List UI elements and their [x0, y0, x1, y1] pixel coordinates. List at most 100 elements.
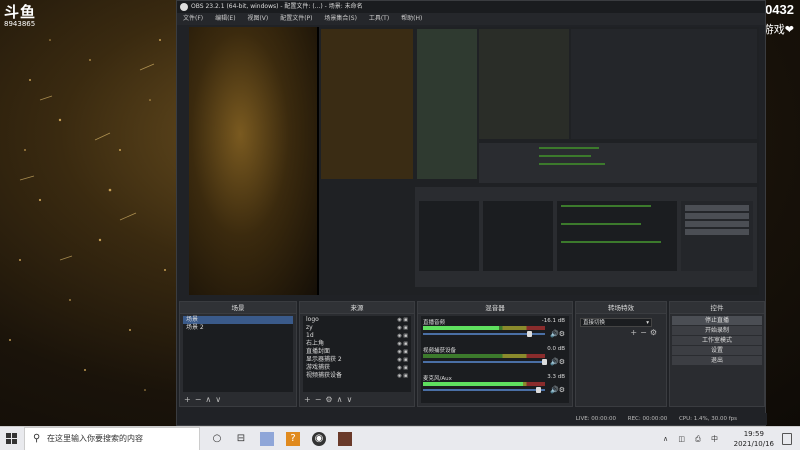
add-icon[interactable]: +: [630, 328, 640, 337]
studio-mode-button[interactable]: 工作室模式: [672, 336, 762, 345]
windows-taskbar: ⚲ 在这里输入你要搜索的内容 ○ ⊟ ? ◉ ∧ ◫ ⎙ 中 19:59 202…: [0, 426, 800, 450]
source-item[interactable]: 显示器捕获 2 ◉ ▣: [303, 356, 411, 364]
system-tray[interactable]: ∧ ◫ ⎙ 中: [663, 434, 722, 444]
search-icon: ⚲: [33, 433, 41, 444]
speaker-gear-icons[interactable]: 🔊⚙: [550, 330, 565, 338]
source-label: 视频捕获设备: [306, 372, 343, 379]
live-timer: LIVE: 00:00:00: [575, 416, 616, 422]
remove-icon[interactable]: −: [315, 395, 326, 404]
eye-lock-icons[interactable]: ◉ ▣: [397, 340, 408, 348]
sources-dock: 来源 logo ◉ ▣ zy ◉ ▣ 1d ◉ ▣ 右上角 ◉ ▣ 直播封面 ◉ ▣ 显示…: [299, 301, 415, 407]
move-down-icon[interactable]: ∨: [346, 395, 356, 404]
source-item[interactable]: logo ◉ ▣: [303, 316, 411, 324]
menu-view[interactable]: 视图(V): [247, 15, 268, 22]
source-item[interactable]: zy ◉ ▣: [303, 324, 411, 332]
gear-icon[interactable]: ⚙: [325, 395, 336, 404]
obs-docks: 场景 场景 场景 2 +−∧∨ 来源 logo ◉ ▣ zy ◉ ▣ 1d ◉ ▣ 右…: [179, 301, 765, 407]
source-label: 1d: [306, 332, 314, 339]
mixer-tracks: 直播音频 -16.1 dB 🔊⚙ 视频捕获设备 0.0 dB 🔊⚙ 麦克风/Au…: [421, 316, 569, 403]
move-down-icon[interactable]: ∨: [215, 395, 225, 404]
add-icon[interactable]: +: [184, 395, 195, 404]
source-item[interactable]: 游戏捕获 ◉ ▣: [303, 364, 411, 372]
add-icon[interactable]: +: [304, 395, 315, 404]
track-db: 0.0 dB: [547, 346, 565, 352]
taskbar-clock[interactable]: 19:59 2021/10/16: [734, 429, 774, 449]
task-view-icon[interactable]: ⊟: [234, 432, 248, 446]
windows-start-icon[interactable]: [6, 433, 18, 445]
eye-lock-icons[interactable]: ◉ ▣: [397, 332, 408, 340]
eye-lock-icons[interactable]: ◉ ▣: [397, 372, 408, 380]
app-icon-2[interactable]: ?: [286, 432, 300, 446]
source-label: 显示器捕获 2: [306, 356, 342, 363]
source-label: zy: [306, 324, 313, 331]
transitions-dock: 转场特效 直接切换 ▾ +−⚙: [575, 301, 667, 407]
controls-buttons: 停止直播 开始录制 工作室模式 设置 退出: [670, 316, 764, 365]
exit-button[interactable]: 退出: [672, 356, 762, 365]
obs-taskbar-icon[interactable]: ◉: [312, 432, 326, 446]
eye-lock-icons[interactable]: ◉ ▣: [397, 348, 408, 356]
volume-knob[interactable]: [527, 331, 533, 337]
app-icon-1[interactable]: [260, 432, 274, 446]
controls-dock: 控件 停止直播 开始录制 工作室模式 设置 退出: [669, 301, 765, 407]
source-item[interactable]: 直播封面 ◉ ▣: [303, 348, 411, 356]
room-id: 8943865: [4, 20, 36, 28]
menu-edit[interactable]: 编辑(E): [215, 15, 235, 22]
transition-value: 直接切换: [583, 320, 606, 326]
remove-icon[interactable]: −: [640, 328, 650, 337]
cpu-fps: CPU: 1.4%, 30.00 fps: [678, 416, 737, 422]
level-meter: [423, 326, 545, 330]
volume-knob[interactable]: [535, 387, 541, 393]
volume-slider[interactable]: [423, 387, 545, 393]
transition-toolbar: +−⚙: [630, 328, 660, 337]
move-up-icon[interactable]: ∧: [205, 395, 215, 404]
game-taskbar-icon[interactable]: [338, 432, 352, 446]
eye-lock-icons[interactable]: ◉ ▣: [397, 356, 408, 364]
menu-profile[interactable]: 配置文件(P): [280, 15, 312, 22]
gear-icon[interactable]: ⚙: [650, 328, 660, 337]
obs-window: OBS 23.2.1 (64-bit, windows) - 配置文件: (..…: [176, 0, 767, 426]
eye-lock-icons[interactable]: ◉ ▣: [397, 364, 408, 372]
obs-title: OBS 23.2.1 (64-bit, windows) - 配置文件: (..…: [191, 3, 363, 10]
volume-slider[interactable]: [423, 359, 547, 365]
level-meter-fill: [423, 326, 499, 330]
notification-icon[interactable]: [782, 433, 792, 445]
volume-knob[interactable]: [542, 359, 547, 365]
search-placeholder: 在这里输入你要搜索的内容: [47, 434, 143, 443]
menu-help[interactable]: 帮助(H): [401, 15, 422, 22]
source-item[interactable]: 1d ◉ ▣: [303, 332, 411, 340]
controls-title: 控件: [670, 302, 764, 314]
move-up-icon[interactable]: ∧: [337, 395, 347, 404]
track-name: 麦克风/Aux: [423, 376, 452, 382]
scenes-dock: 场景 场景 场景 2 +−∧∨: [179, 301, 297, 407]
scene-item[interactable]: 场景 2: [183, 324, 293, 332]
transitions-title: 转场特效: [576, 302, 666, 314]
source-item[interactable]: 右上角 ◉ ▣: [303, 340, 411, 348]
volume-slider[interactable]: [423, 331, 545, 337]
eye-lock-icons[interactable]: ◉ ▣: [397, 316, 408, 324]
taskbar-search[interactable]: ⚲ 在这里输入你要搜索的内容: [24, 427, 200, 450]
obs-app-icon: [180, 3, 188, 11]
level-meter-fill: [423, 382, 524, 386]
logo-mark: 斗鱼: [4, 3, 37, 21]
cortana-icon[interactable]: ○: [210, 432, 224, 446]
source-item[interactable]: 视频捕获设备 ◉ ▣: [303, 372, 411, 380]
menu-tools[interactable]: 工具(T): [369, 15, 389, 22]
preview-recursive-capture: [319, 27, 759, 295]
obs-preview[interactable]: [189, 27, 759, 295]
speaker-gear-icons[interactable]: 🔊⚙: [550, 358, 565, 366]
menu-file[interactable]: 文件(F): [183, 15, 203, 22]
track-db: -16.1 dB: [541, 318, 565, 324]
clock-date: 2021/10/16: [733, 440, 774, 448]
settings-button[interactable]: 设置: [672, 346, 762, 355]
eye-lock-icons[interactable]: ◉ ▣: [397, 324, 408, 332]
chevron-down-icon: ▾: [646, 320, 649, 326]
speaker-gear-icons[interactable]: 🔊⚙: [550, 386, 565, 394]
mixer-dock: 混音器 直播音频 -16.1 dB 🔊⚙ 视频捕获设备 0.0 dB 🔊⚙ 麦克…: [417, 301, 573, 407]
menu-scene-collection[interactable]: 场景集合(S): [324, 15, 357, 22]
stop-streaming-button[interactable]: 停止直播: [672, 316, 762, 325]
start-recording-button[interactable]: 开始录制: [672, 326, 762, 335]
transition-select[interactable]: 直接切换 ▾: [580, 318, 652, 327]
source-label: 直播封面: [306, 348, 331, 355]
remove-icon[interactable]: −: [195, 395, 206, 404]
scene-item[interactable]: 场景: [183, 316, 293, 324]
